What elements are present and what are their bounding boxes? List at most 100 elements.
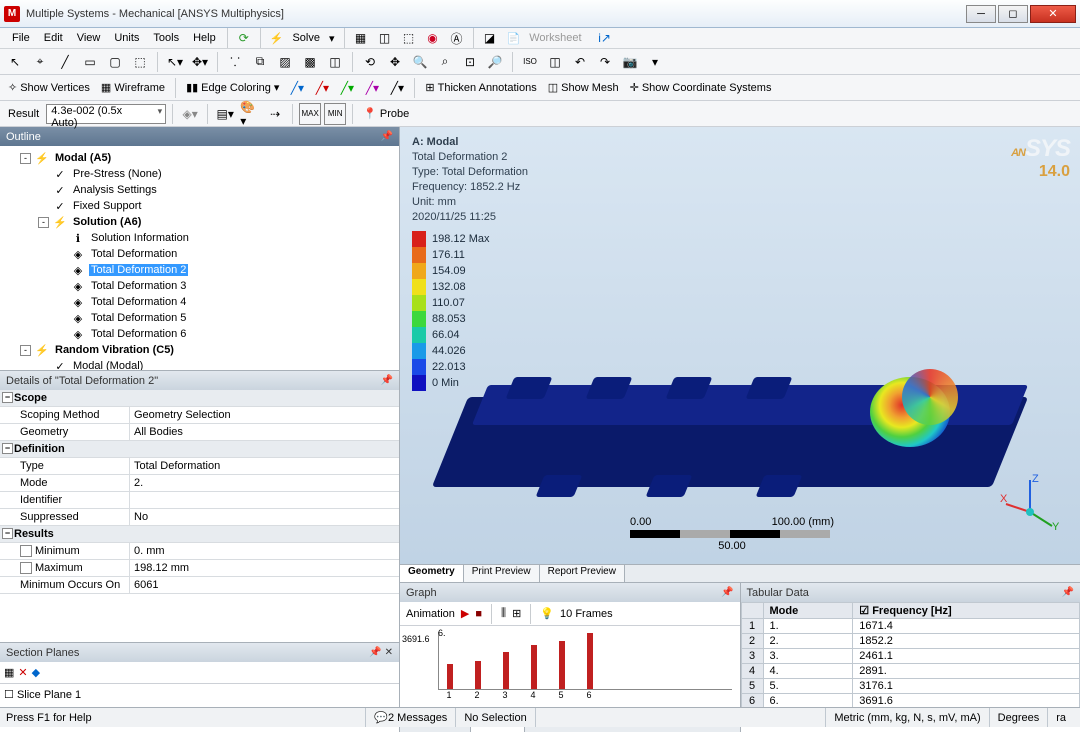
filter-edge-icon[interactable]: ⧉: [249, 51, 271, 73]
edge-5-icon[interactable]: ╱▾: [386, 77, 408, 99]
menu-units[interactable]: Units: [108, 30, 145, 46]
detail-row[interactable]: SuppressedNo: [0, 509, 399, 526]
detail-row[interactable]: Scoping MethodGeometry Selection: [0, 407, 399, 424]
menu-file[interactable]: File: [6, 30, 36, 46]
tb-icon-5[interactable]: Ⓐ: [446, 27, 468, 49]
refresh-icon[interactable]: ⟳: [233, 27, 255, 49]
thicken-button[interactable]: ⊞ Thicken Annotations: [421, 81, 540, 94]
pin-icon[interactable]: 📌 ✕: [369, 647, 393, 658]
tree-node[interactable]: -⚡Modal (A5): [2, 150, 397, 166]
views-dd-icon[interactable]: ▾: [644, 51, 666, 73]
sel-vertex-icon[interactable]: ⌖: [29, 51, 51, 73]
status-messages[interactable]: 💬 2 Messages: [365, 708, 455, 727]
tb-icon-4[interactable]: ◉: [422, 27, 444, 49]
tab-geometry[interactable]: Geometry: [400, 565, 464, 582]
view-front-icon[interactable]: ◫: [544, 51, 566, 73]
anim-opt1-icon[interactable]: ⫼: [501, 607, 506, 620]
minimize-button[interactable]: ─: [966, 5, 996, 23]
info-icon[interactable]: i↗: [594, 27, 616, 49]
stop-button[interactable]: ■: [475, 608, 482, 620]
anim-opt2-icon[interactable]: ⊞: [512, 607, 521, 620]
filter-face-icon[interactable]: ▨: [274, 51, 296, 73]
pan-icon[interactable]: ✥: [384, 51, 406, 73]
tab-report-preview[interactable]: Report Preview: [540, 565, 625, 582]
zoom-sel-icon[interactable]: 🔎: [484, 51, 506, 73]
pin-icon[interactable]: 📌: [381, 375, 393, 386]
wireframe-button[interactable]: ▦Wireframe: [97, 81, 169, 94]
detail-row[interactable]: Mode2.: [0, 475, 399, 492]
detail-row[interactable]: Maximum198.12 mm: [0, 560, 399, 577]
view-prev-icon[interactable]: ↶: [569, 51, 591, 73]
show-vertices-button[interactable]: ✧Show Vertices: [4, 81, 94, 94]
max-tag-icon[interactable]: MAX: [299, 103, 321, 125]
solve-button[interactable]: ⚡Solve ▾: [266, 30, 339, 46]
sel-face-icon[interactable]: ▭: [79, 51, 101, 73]
detail-row[interactable]: TypeTotal Deformation: [0, 458, 399, 475]
tree-node[interactable]: -⚡Random Vibration (C5): [2, 342, 397, 358]
cursor-mode-icon[interactable]: ↖▾: [164, 51, 186, 73]
pin-icon[interactable]: 📌: [381, 131, 393, 142]
sel-cursor-icon[interactable]: ↖: [4, 51, 26, 73]
sp-show-icon[interactable]: ◆: [32, 666, 40, 679]
min-tag-icon[interactable]: MIN: [324, 103, 346, 125]
tree-node[interactable]: ◈Total Deformation 2: [2, 262, 397, 278]
close-button[interactable]: ✕: [1030, 5, 1076, 23]
view-next-icon[interactable]: ↷: [594, 51, 616, 73]
sel-extend-icon[interactable]: ✥▾: [189, 51, 211, 73]
camera-icon[interactable]: 📷: [619, 51, 641, 73]
legend-style-icon[interactable]: ▤▾: [214, 103, 236, 125]
menu-view[interactable]: View: [71, 30, 107, 46]
maximize-button[interactable]: ◻: [998, 5, 1028, 23]
tree-node[interactable]: ◈Total Deformation 4: [2, 294, 397, 310]
zoom-box-icon[interactable]: ⌕: [434, 51, 456, 73]
graph-chart[interactable]: 3691.6 6. 123456: [400, 626, 740, 712]
show-mesh-button[interactable]: ◫Show Mesh: [544, 81, 623, 94]
detail-row[interactable]: Identifier: [0, 492, 399, 509]
rotate-icon[interactable]: ⟲: [359, 51, 381, 73]
detail-row[interactable]: Minimum0. mm: [0, 543, 399, 560]
tree-node[interactable]: ◈Total Deformation: [2, 246, 397, 262]
detail-row[interactable]: GeometryAll Bodies: [0, 424, 399, 441]
view-iso-icon[interactable]: ISO: [519, 51, 541, 73]
sp-new-icon[interactable]: ▦: [4, 666, 14, 679]
detail-row[interactable]: Minimum Occurs On6061: [0, 577, 399, 594]
edge-4-icon[interactable]: ╱▾: [361, 77, 383, 99]
filter-vert-icon[interactable]: ⸪: [224, 51, 246, 73]
color-icon[interactable]: 🎨▾: [239, 103, 261, 125]
menu-edit[interactable]: Edit: [38, 30, 69, 46]
worksheet-button[interactable]: 📄Worksheet: [503, 30, 592, 46]
details-panel[interactable]: ScopeScoping MethodGeometry SelectionGeo…: [0, 390, 399, 642]
sp-del-icon[interactable]: ✕: [18, 666, 27, 679]
pin-icon[interactable]: 📌: [1062, 587, 1074, 598]
bulb-icon[interactable]: 💡: [540, 607, 554, 620]
tree-node[interactable]: ℹSolution Information: [2, 230, 397, 246]
tab-print-preview[interactable]: Print Preview: [464, 565, 540, 582]
menu-tools[interactable]: Tools: [147, 30, 185, 46]
tree-node[interactable]: ✓Modal (Modal): [2, 358, 397, 371]
probe-button[interactable]: 📍Probe: [359, 107, 413, 120]
tree-node[interactable]: ✓Pre-Stress (None): [2, 166, 397, 182]
result-scale-combo[interactable]: 4.3e-002 (0.5x Auto): [46, 104, 166, 124]
contour-icon[interactable]: ◈▾: [179, 103, 201, 125]
sel-box-icon[interactable]: ⬚: [129, 51, 151, 73]
play-button[interactable]: ▶: [461, 607, 469, 620]
tree-node[interactable]: ✓Fixed Support: [2, 198, 397, 214]
tb-icon-6[interactable]: ◪: [479, 27, 501, 49]
outline-tree[interactable]: -⚡Modal (A5)✓Pre-Stress (None)✓Analysis …: [0, 146, 399, 371]
filter-node-icon[interactable]: ◫: [324, 51, 346, 73]
tree-node[interactable]: ◈Total Deformation 6: [2, 326, 397, 342]
filter-body-icon[interactable]: ▩: [299, 51, 321, 73]
edge-3-icon[interactable]: ╱▾: [336, 77, 358, 99]
tb-icon-1[interactable]: ▦: [350, 27, 372, 49]
menu-help[interactable]: Help: [187, 30, 222, 46]
zoom-fit-icon[interactable]: ⊡: [459, 51, 481, 73]
edge-2-icon[interactable]: ╱▾: [311, 77, 333, 99]
edge-coloring-button[interactable]: ▮▮Edge Coloring ▾: [182, 81, 283, 94]
viewport[interactable]: A: Modal Total Deformation 2 Type: Total…: [400, 127, 1080, 582]
vector-icon[interactable]: ⇢: [264, 103, 286, 125]
slice-plane-checkbox[interactable]: ☐: [4, 689, 14, 701]
show-coord-button[interactable]: ✛Show Coordinate Systems: [626, 81, 776, 94]
tree-node[interactable]: ◈Total Deformation 3: [2, 278, 397, 294]
tree-node[interactable]: -⚡Solution (A6): [2, 214, 397, 230]
zoom-in-icon[interactable]: 🔍: [409, 51, 431, 73]
